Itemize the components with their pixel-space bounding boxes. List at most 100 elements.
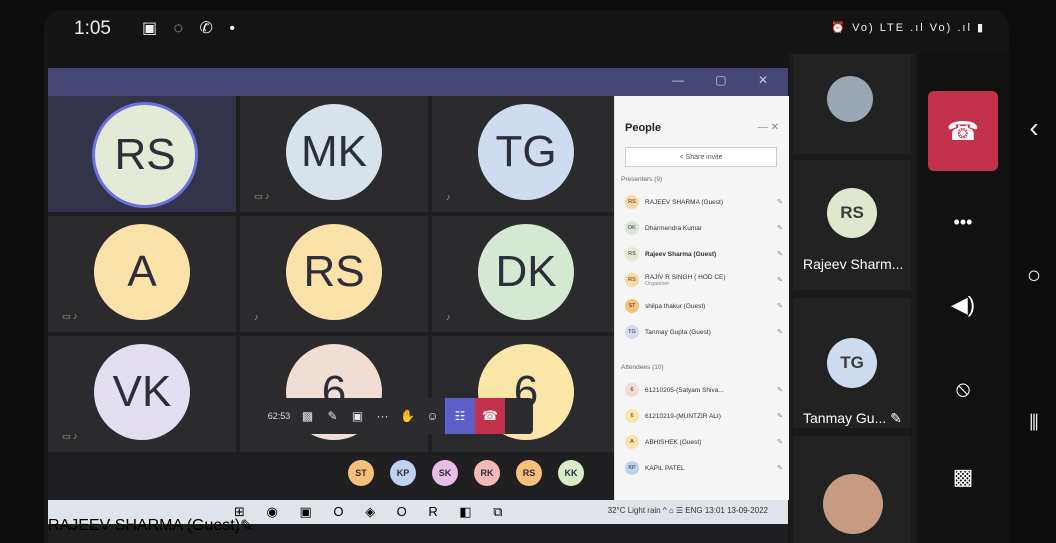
participant-tile: TG Tanmay Gu... ✎ [793, 298, 911, 428]
participant-avatar: MK [286, 104, 382, 200]
participant-tile: RS [48, 96, 236, 212]
participant-list-name: Dharmendra Kumar [645, 224, 703, 232]
tile-status-icons: ▭ ♪ [62, 431, 78, 441]
mini-avatar: SK [432, 460, 458, 486]
list-avatar: 6 [625, 409, 639, 423]
mini-avatar: RK [474, 460, 500, 486]
status-icons-left: ▣ ◌ ✆ • [142, 20, 241, 37]
overflow-participants: ST KP SK RK RS KK [348, 460, 584, 486]
participant-list-item[interactable]: 6 61210219-(MUNTZIR ALI) ✎ [625, 406, 783, 426]
mic-off-icon: ✎ [777, 387, 783, 394]
participant-list-name: ABHISHEK (Guest) [645, 438, 702, 446]
participant-tile: RS ♪ [240, 216, 428, 332]
participant-tile-photo [793, 436, 911, 543]
mini-avatar: KK [558, 460, 584, 486]
end-call-button[interactable]: ☎ [928, 91, 998, 171]
video-off-icon[interactable]: ▩ [295, 409, 320, 423]
react-icon[interactable]: ☺ [420, 409, 445, 423]
participant-list-name: shilpa thakur (Guest) [645, 302, 706, 310]
people-icon[interactable]: ☷ [445, 398, 475, 434]
people-panel: People — ✕ < Share invite Presenters (9)… [614, 96, 789, 500]
attendees-section-label: Attendees (10) [621, 364, 664, 371]
meeting-window-titlebar: — ▢ ✕ [48, 68, 788, 96]
list-avatar: DK [625, 221, 639, 235]
participant-avatar: RS [286, 224, 382, 320]
participant-list-name: Tanmay Gupta (Guest) [645, 328, 711, 336]
participant-list-name: 61210219-(MUNTZIR ALI) [645, 412, 721, 420]
participant-photo [827, 76, 873, 122]
list-avatar: A [625, 435, 639, 449]
list-avatar: KP [625, 461, 639, 475]
participant-photo [823, 474, 883, 534]
window-controls: — ▢ ✕ [671, 73, 782, 87]
mic-off-icon[interactable]: ✎ [320, 409, 345, 423]
participant-avatar: TG [827, 338, 877, 388]
panel-close-icon[interactable]: — ✕ [758, 122, 779, 133]
mic-off-icon: ✎ [777, 199, 783, 206]
video-off-icon[interactable]: ▩ [917, 464, 1009, 490]
mic-off-icon: ✎ [777, 303, 783, 310]
participant-list-item[interactable]: ST shilpa thakur (Guest) ✎ [625, 296, 783, 316]
participant-name: Tanmay Gu... ✎ [803, 410, 902, 426]
participant-list-name: Rajeev Sharma (Guest) [645, 250, 717, 258]
participant-list-item[interactable]: KP KAPIL PATEL ✎ [625, 458, 783, 478]
participant-avatar: RS [827, 188, 877, 238]
taskbar-app-icons: ⊞ ◉ ▣ O ◈ O R ◧ ⧉ [234, 504, 512, 519]
participant-list-item[interactable]: DK Dharmendra Kumar ✎ [625, 218, 783, 238]
tile-status-icons: ▭ ♪ [62, 311, 78, 321]
tile-status-icons: ▭ ♪ [254, 191, 270, 201]
mobile-participant-strip: RS Rajeev Sharm... TG Tanmay Gu... ✎ [789, 54, 917, 543]
phone-screen: 1:05 ▣ ◌ ✆ • ⏰ Vo) LTE .ıl Vo) .ıl ▮ — ▢… [44, 10, 1009, 543]
participant-avatar: A [94, 224, 190, 320]
mini-avatar: ST [348, 460, 374, 486]
participant-list-item[interactable]: 6 61210205-(Satyam Shiva... ✎ [625, 380, 783, 400]
participant-list-item[interactable]: RS Rajeev Sharma (Guest) ✎ [625, 244, 783, 264]
participant-list-name: RAJIV R SINGH ( HOD CE) Organizer [645, 274, 751, 287]
participant-tile: MK ▭ ♪ [240, 96, 428, 212]
participant-tile: 6 [240, 336, 428, 452]
participant-tile-photo [793, 54, 911, 154]
participant-avatar: VK [94, 344, 190, 440]
participant-list-item[interactable]: A ABHISHEK (Guest) ✎ [625, 432, 783, 452]
system-tray: 32°C Light rain ^ ⌂ ☰ ENG 13:01 13-09-20… [607, 506, 768, 515]
mini-avatar: RS [516, 460, 542, 486]
back-button[interactable]: ‹ [1012, 112, 1056, 144]
participant-tile: DK ♪ [432, 216, 620, 332]
participant-list-name: 61210205-(Satyam Shiva... [645, 386, 724, 394]
participant-list-item[interactable]: RS RAJEEV SHARMA (Guest) ✎ [625, 192, 783, 212]
list-avatar: ST [625, 299, 639, 313]
recents-button[interactable]: ⦀ [1012, 410, 1056, 436]
participant-list-item[interactable]: RS RAJIV R SINGH ( HOD CE) Organizer ✎ [625, 270, 783, 290]
list-avatar: TG [625, 325, 639, 339]
call-timer: 62:53 [267, 411, 291, 421]
mic-off-icon: ✎ [777, 225, 783, 232]
mobile-call-controls: ☎ ••• ◀) ⦸ ▩ [917, 54, 1009, 543]
mic-off-icon: ✎ [777, 277, 783, 284]
presenters-section-label: Presenters (9) [621, 176, 663, 183]
share-icon[interactable]: ▣ [345, 409, 370, 423]
list-avatar: RS [625, 247, 639, 261]
list-avatar: RS [625, 273, 639, 287]
mic-off-icon[interactable]: ⦸ [917, 376, 1009, 402]
mic-off-icon: ✎ [777, 329, 783, 336]
participant-avatar: RS [92, 102, 198, 208]
participant-avatar: DK [478, 224, 574, 320]
hangup-icon[interactable]: ☎ [475, 398, 505, 434]
participant-tile: VK ▭ ♪ [48, 336, 236, 452]
raise-hand-icon[interactable]: ✋ [395, 409, 420, 423]
panel-title: People [625, 122, 662, 134]
status-icons-right: ⏰ Vo) LTE .ıl Vo) .ıl ▮ [831, 22, 985, 34]
list-avatar: 6 [625, 383, 639, 397]
more-options-button[interactable]: ••• [917, 212, 1009, 233]
home-button[interactable]: ○ [1012, 262, 1056, 290]
mic-off-icon: ✎ [777, 439, 783, 446]
mini-avatar: KP [390, 460, 416, 486]
speaker-icon[interactable]: ◀) [917, 292, 1009, 318]
more-options-button[interactable]: ··· [370, 409, 395, 423]
participant-list-item[interactable]: TG Tanmay Gupta (Guest) ✎ [625, 322, 783, 342]
meeting-call-toolbar: 62:53 ▩ ✎ ▣ ··· ✋ ☺ ☷ ☎ [263, 398, 533, 434]
share-invite-button[interactable]: < Share invite [625, 147, 777, 167]
tile-status-icons: ♪ [446, 312, 451, 322]
tile-status-icons: ♪ [254, 312, 259, 322]
participant-role: Organizer [645, 280, 670, 287]
